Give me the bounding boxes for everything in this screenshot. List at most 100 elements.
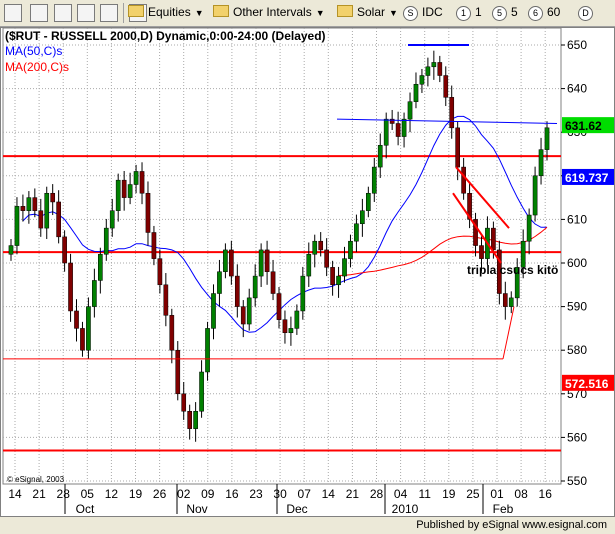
- toolbar: Equities ▼ Other Intervals ▼ Solar ▼ S IDC 1…: [0, 0, 615, 27]
- price-chart[interactable]: 550560570580590600610620630640650631.626…: [1, 27, 614, 516]
- candle: [395, 123, 401, 137]
- candle: [360, 210, 365, 225]
- candle: [282, 319, 288, 334]
- chart-title: ($RUT - RUSSELL 2000,D) Dynamic,0:00-24:…: [5, 29, 326, 43]
- candle: [318, 240, 324, 251]
- price-tag-label: 619.737: [565, 171, 609, 185]
- candle: [169, 315, 175, 351]
- chart-icon[interactable]: [77, 4, 95, 22]
- candle: [276, 293, 282, 320]
- candle: [491, 227, 496, 251]
- y-tick-label: 650: [567, 38, 587, 52]
- candle: [97, 254, 103, 281]
- candle: [199, 371, 204, 412]
- candle: [80, 328, 85, 351]
- x-tick-label: 12: [105, 487, 119, 501]
- candle: [294, 310, 300, 329]
- candle: [32, 197, 38, 211]
- chart-window[interactable]: 550560570580590600610620630640650631.626…: [0, 27, 615, 517]
- watermark: © eSignal, 2003: [7, 475, 65, 484]
- price-tag-label: 631.62: [565, 119, 602, 133]
- candle: [461, 166, 466, 194]
- candle: [139, 171, 145, 194]
- x-tick-label: 30: [273, 487, 287, 501]
- candle: [348, 240, 353, 259]
- candle: [270, 271, 276, 294]
- candle: [538, 149, 544, 177]
- interval-60[interactable]: 6 60: [528, 5, 560, 21]
- candle: [288, 328, 294, 334]
- candle: [371, 166, 377, 194]
- support-line-angle: [502, 306, 515, 360]
- legend-ma50: MA(50,C)s: [5, 44, 62, 58]
- candle: [252, 275, 258, 299]
- x-tick-label: 08: [514, 487, 528, 501]
- price-tag-label: 572.516: [565, 377, 609, 391]
- month-label: Dec: [286, 502, 307, 516]
- candle: [240, 306, 246, 325]
- x-tick-label: 01: [490, 487, 504, 501]
- candle: [354, 223, 359, 242]
- x-tick-label: 26: [153, 487, 167, 501]
- candle: [425, 66, 431, 76]
- grid-icon[interactable]: [30, 4, 48, 22]
- candle: [38, 210, 44, 229]
- candle: [115, 179, 121, 211]
- candle: [437, 62, 443, 76]
- candle: [26, 197, 32, 211]
- menu-equities[interactable]: Equities ▼: [128, 5, 204, 19]
- y-tick-label: 600: [567, 256, 587, 270]
- menu-other-intervals[interactable]: Other Intervals ▼: [213, 5, 325, 19]
- moving-averages: [22, 115, 548, 333]
- interval-5[interactable]: 55: [492, 5, 518, 21]
- candle: [383, 118, 389, 146]
- y-tick-label: 590: [567, 300, 587, 314]
- candle: [211, 293, 216, 329]
- candle: [479, 245, 484, 259]
- grid: [2, 27, 562, 485]
- candle: [50, 192, 56, 203]
- candle: [526, 214, 532, 242]
- candle: [92, 280, 97, 307]
- plot-area: [2, 27, 562, 485]
- annotation-text: tripla csucs kitö: [467, 263, 558, 277]
- candle: [181, 393, 187, 412]
- candle: [312, 240, 318, 255]
- y-tick-label: 550: [567, 474, 587, 488]
- ma50-line: [22, 115, 547, 333]
- x-tick-label: 02: [177, 487, 191, 501]
- candle: [86, 306, 91, 351]
- candle: [300, 275, 306, 312]
- month-label: 2010: [392, 502, 419, 516]
- interval-daily[interactable]: D: [578, 5, 597, 21]
- month-label: Nov: [186, 502, 207, 516]
- month-label: Oct: [76, 502, 95, 516]
- candle: [342, 258, 347, 277]
- candle: [187, 410, 193, 429]
- candle: [443, 75, 449, 98]
- candle: [365, 192, 371, 211]
- candle: [449, 97, 455, 129]
- x-tick-label: 19: [129, 487, 143, 501]
- candle: [14, 206, 20, 246]
- candle: [431, 62, 437, 68]
- x-axis: 14 21 28 05 12 19 26 02 09 16 23 30 07 14 21 28 04 11 19 25…: [8, 484, 552, 516]
- candle: [157, 258, 163, 286]
- x-tick-label: 11: [418, 487, 431, 501]
- x-tick-label: 28: [57, 487, 71, 501]
- interval-1[interactable]: 11: [456, 5, 482, 21]
- new-window-icon[interactable]: [4, 4, 22, 22]
- cross-icon[interactable]: [100, 4, 118, 22]
- candle: [163, 284, 169, 316]
- copy-icon[interactable]: [54, 4, 72, 22]
- candle: [68, 262, 73, 312]
- interval-idc[interactable]: S IDC: [403, 5, 443, 21]
- menu-solar[interactable]: Solar ▼: [337, 5, 398, 19]
- x-tick-label: 21: [32, 487, 46, 501]
- candle: [246, 297, 252, 325]
- candle: [336, 275, 341, 286]
- x-tick-label: 25: [466, 487, 480, 501]
- candle: [20, 206, 26, 211]
- candle: [544, 127, 550, 150]
- candle: [229, 249, 234, 277]
